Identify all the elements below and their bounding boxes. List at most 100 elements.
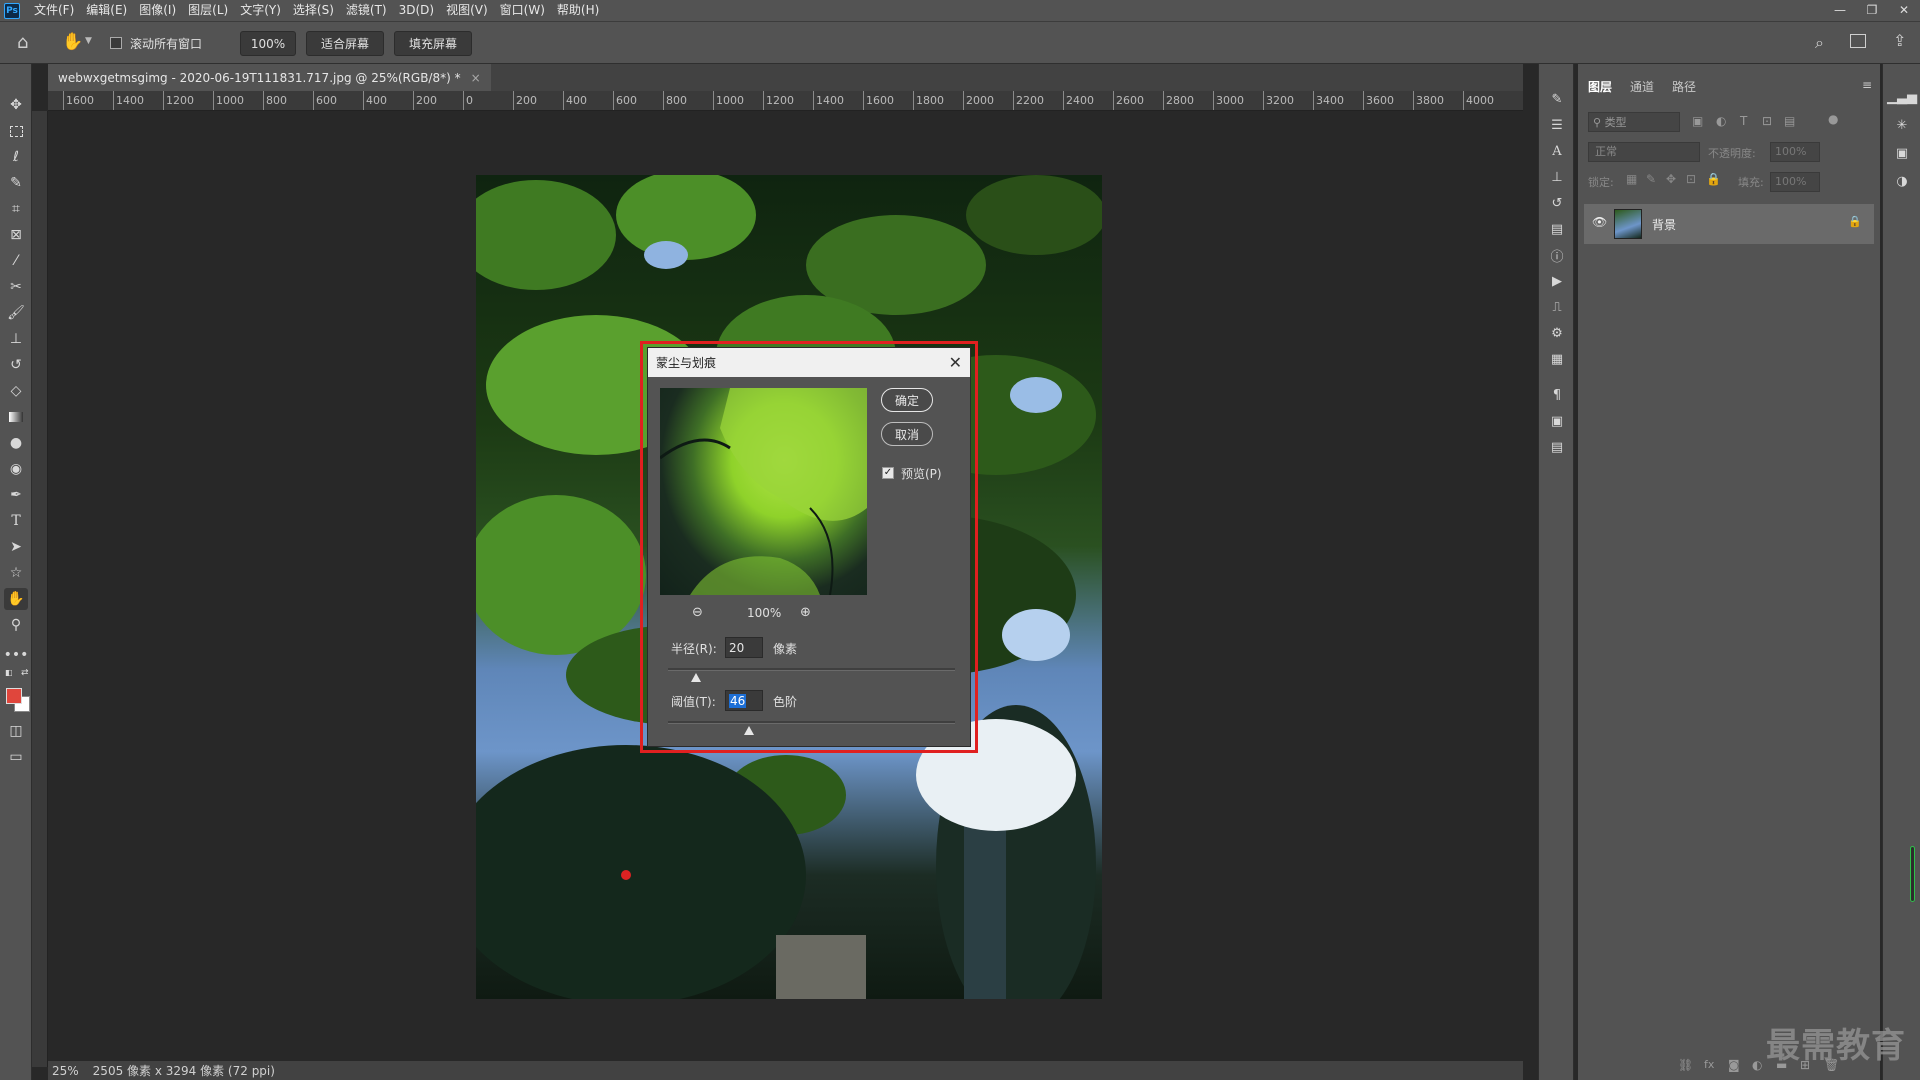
tab-layers[interactable]: 图层 xyxy=(1588,78,1612,95)
foreground-color-swatch[interactable] xyxy=(6,688,22,704)
menu-layer[interactable]: 图层(L) xyxy=(182,0,234,21)
info-icon[interactable]: ⓘ xyxy=(1545,244,1569,266)
filter-pixel-icon[interactable]: ▣ xyxy=(1692,114,1703,128)
zoom-100-button[interactable]: 100% xyxy=(240,31,296,56)
ok-button[interactable]: 确定 xyxy=(881,388,933,412)
panel-menu-icon[interactable]: ≡ xyxy=(1862,78,1872,92)
home-icon[interactable]: ⌂ xyxy=(17,32,28,53)
menu-view[interactable]: 视图(V) xyxy=(440,0,494,21)
screen-mode-icon[interactable]: ▭ xyxy=(4,746,28,768)
timeline-icon[interactable]: ▦ xyxy=(1545,348,1569,370)
visibility-eye-icon[interactable]: 👁 xyxy=(1592,215,1607,229)
filter-adjustment-icon[interactable]: ◐ xyxy=(1716,114,1726,128)
dialog-close-icon[interactable]: ✕ xyxy=(949,353,962,372)
swap-colors-icon[interactable]: ⇄ xyxy=(21,668,29,678)
zoom-tool-icon[interactable]: ⚲ xyxy=(4,614,28,636)
marquee-tool-icon[interactable] xyxy=(4,120,28,142)
fill-screen-button[interactable]: 填充屏幕 xyxy=(394,31,472,56)
zoom-in-icon[interactable]: ⊕ xyxy=(800,605,811,620)
path-selection-tool-icon[interactable]: ➤ xyxy=(4,536,28,558)
scroll-indicator[interactable] xyxy=(1910,846,1915,902)
menu-edit[interactable]: 编辑(E) xyxy=(80,0,133,21)
measurement-icon[interactable]: ⎍ xyxy=(1545,296,1569,318)
close-window-button[interactable]: ✕ xyxy=(1888,0,1920,21)
threshold-slider-track[interactable] xyxy=(668,721,955,724)
gradient-tool-icon[interactable] xyxy=(4,406,28,428)
menu-filter[interactable]: 滤镜(T) xyxy=(340,0,393,21)
hand-tool-icon[interactable]: ✋ xyxy=(4,588,28,610)
healing-brush-tool-icon[interactable]: ✂ xyxy=(4,276,28,298)
adjustments-icon[interactable]: ☰ xyxy=(1545,114,1569,136)
filter-shape-icon[interactable]: ⊡ xyxy=(1762,114,1772,128)
blur-tool-icon[interactable]: ● xyxy=(4,432,28,454)
crop-tool-icon[interactable]: ⌗ xyxy=(4,198,28,220)
menu-window[interactable]: 窗口(W) xyxy=(494,0,551,21)
threshold-slider-thumb[interactable] xyxy=(744,726,754,735)
tab-paths[interactable]: 路径 xyxy=(1672,78,1696,95)
blend-mode-select[interactable]: 正常 xyxy=(1588,142,1700,162)
layer-name[interactable]: 背景 xyxy=(1652,216,1676,233)
lasso-tool-icon[interactable]: ℓ xyxy=(4,146,28,168)
tab-channels[interactable]: 通道 xyxy=(1630,78,1654,95)
filter-preview-window[interactable] xyxy=(660,388,867,595)
shape-tool-icon[interactable]: ☆ xyxy=(4,562,28,584)
3d-icon[interactable]: ⚙ xyxy=(1545,322,1569,344)
lock-position-icon[interactable]: ✥ xyxy=(1666,172,1676,186)
layer-filter-select[interactable]: ⚲ 类型 xyxy=(1588,112,1680,132)
tab-close-icon[interactable]: × xyxy=(471,71,481,85)
menu-type[interactable]: 文字(Y) xyxy=(234,0,287,21)
eraser-tool-icon[interactable]: ◇ xyxy=(4,380,28,402)
clone-stamp-tool-icon[interactable]: ⊥ xyxy=(4,328,28,350)
default-colors-icon[interactable]: ◧ xyxy=(5,668,13,677)
clone-source-icon[interactable]: ⊥ xyxy=(1545,166,1569,188)
threshold-input[interactable]: 46 xyxy=(725,690,763,711)
opacity-field[interactable]: 100% xyxy=(1770,142,1820,162)
workspace-icon[interactable] xyxy=(1850,34,1866,48)
quick-mask-icon[interactable]: ◫ xyxy=(4,720,28,742)
minimize-button[interactable]: — xyxy=(1824,0,1856,21)
new-adjustment-icon[interactable]: ◐ xyxy=(1752,1058,1762,1072)
cancel-button[interactable]: 取消 xyxy=(881,422,933,446)
radius-slider-track[interactable] xyxy=(668,668,955,671)
search-icon[interactable]: ⌕ xyxy=(1815,33,1824,53)
paragraph-icon[interactable]: ¶ xyxy=(1545,384,1569,406)
lock-artboard-icon[interactable]: ⊡ xyxy=(1686,172,1696,186)
libraries-icon[interactable]: ▣ xyxy=(1890,142,1914,164)
paragraph-styles-icon[interactable]: ▣ xyxy=(1545,410,1569,432)
navigator-icon[interactable]: ✳ xyxy=(1890,114,1914,136)
brush-tool-icon[interactable]: 🖌 xyxy=(4,302,28,324)
eyedropper-tool-icon[interactable]: ⁄ xyxy=(4,250,28,272)
quick-select-tool-icon[interactable]: ✎ xyxy=(4,172,28,194)
filter-toggle-icon[interactable]: ● xyxy=(1828,112,1838,126)
character-icon[interactable]: A xyxy=(1545,140,1569,162)
lock-transparent-icon[interactable]: ▦ xyxy=(1626,172,1637,186)
scroll-all-checkbox[interactable] xyxy=(110,37,122,49)
preset-chevron-down-icon[interactable]: ▼ xyxy=(85,36,92,46)
add-mask-icon[interactable]: ◙ xyxy=(1728,1058,1740,1072)
layer-row-background[interactable]: 👁 背景 🔒 xyxy=(1584,204,1874,244)
type-tool-icon[interactable]: T xyxy=(4,510,28,532)
history-icon[interactable]: ↺ xyxy=(1545,192,1569,214)
document-tab[interactable]: webwxgetmsgimg - 2020-06-19T111831.717.j… xyxy=(48,64,491,91)
lock-pixels-icon[interactable]: ✎ xyxy=(1646,172,1656,186)
hand-tool-preset-icon[interactable]: ✋ xyxy=(62,32,83,52)
status-zoom[interactable]: 25% xyxy=(52,1064,79,1078)
filter-smart-object-icon[interactable]: ▤ xyxy=(1784,114,1795,128)
radius-slider-thumb[interactable] xyxy=(691,673,701,682)
restore-button[interactable]: ❐ xyxy=(1856,0,1888,21)
filter-type-icon[interactable]: T xyxy=(1740,114,1747,128)
dodge-tool-icon[interactable]: ◉ xyxy=(4,458,28,480)
move-tool-icon[interactable]: ✥ xyxy=(4,94,28,116)
share-icon[interactable]: ⇪ xyxy=(1893,31,1906,50)
menu-3d[interactable]: 3D(D) xyxy=(393,0,440,21)
fit-screen-button[interactable]: 适合屏幕 xyxy=(306,31,384,56)
pen-tool-icon[interactable]: ✒ xyxy=(4,484,28,506)
frame-tool-icon[interactable]: ⊠ xyxy=(4,224,28,246)
zoom-out-icon[interactable]: ⊖ xyxy=(692,605,703,620)
fill-field[interactable]: 100% xyxy=(1770,172,1820,192)
notes-icon[interactable]: ▤ xyxy=(1545,436,1569,458)
history-brush-tool-icon[interactable]: ↺ xyxy=(4,354,28,376)
preview-checkbox[interactable]: ✓ xyxy=(882,467,894,479)
lock-all-icon[interactable]: 🔒 xyxy=(1706,172,1721,186)
brush-settings-icon[interactable]: ✎ xyxy=(1545,88,1569,110)
